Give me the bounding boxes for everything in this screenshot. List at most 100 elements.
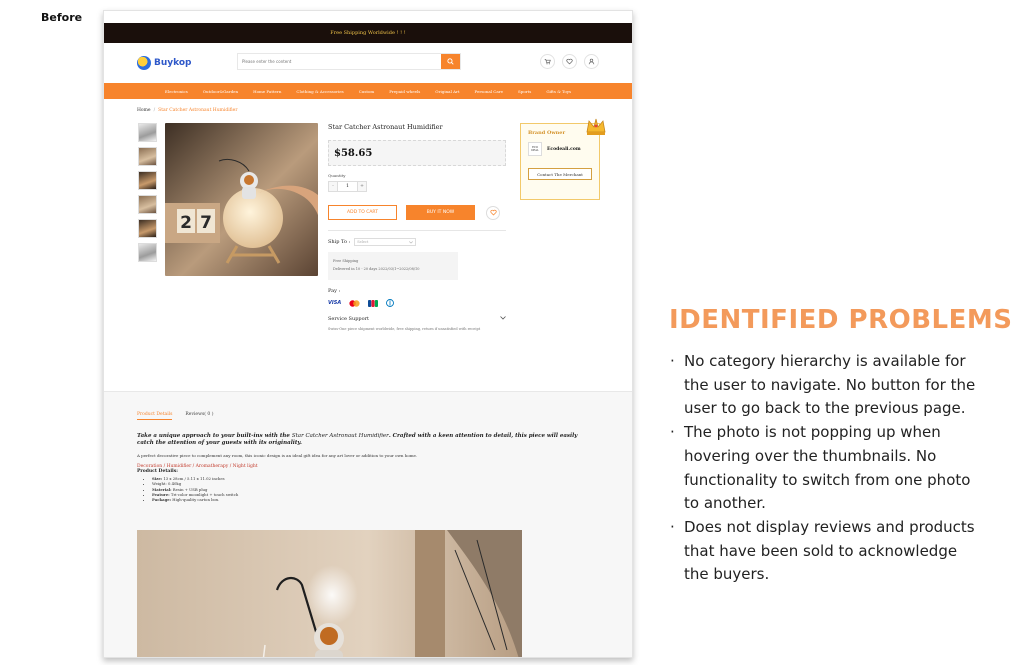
logo-text: Buykop — [154, 58, 192, 68]
crown-icon — [586, 118, 606, 135]
breadcrumb: Home / Star Catcher Astronaut Humidifier — [104, 99, 632, 113]
nav-item-sports[interactable]: Sports — [518, 89, 531, 94]
brand-owner-card: Brand Owner ECO DEAL Ecodeali.com Contac… — [520, 118, 606, 200]
description-lead-a: Take a unique approach to your built-ins… — [137, 433, 292, 439]
merchant-name[interactable]: Ecodeali.com — [547, 147, 581, 152]
description-paragraph: A perfect decorative piece to complement… — [137, 453, 418, 458]
product-description: Take a unique approach to your built-ins… — [104, 420, 632, 502]
merchant-logo: ECO DEAL — [528, 142, 542, 156]
product-title: Star Catcher Astronaut Humidifier — [328, 123, 443, 131]
quantity-label: Quantity — [328, 173, 346, 178]
favorite-button[interactable] — [486, 205, 500, 220]
nav-item-clothing[interactable]: Clothing & Accessories — [296, 89, 343, 94]
category-nav: Electronics Outdoor&Garden Home Pattern … — [104, 83, 632, 99]
search-icon — [447, 58, 454, 65]
search-bar — [237, 53, 461, 70]
product-price: $58.65 — [334, 147, 373, 159]
spec-list: Size: 13 x 28cm / 5.11 x 11.02 inches We… — [137, 476, 594, 502]
service-support-toggle[interactable]: Service Support — [328, 316, 506, 322]
spec-item: Package: High-quality carton box. — [152, 497, 594, 502]
ship-to-value: Select — [357, 240, 369, 244]
buy-now-button[interactable]: BUY IT NOW — [406, 205, 475, 220]
spec-value: 13 x 28cm / 5.11 x 11.02 inches — [162, 476, 225, 481]
breadcrumb-separator: / — [153, 108, 156, 113]
thumbnail[interactable] — [138, 171, 157, 190]
ship-to-select[interactable]: Select — [354, 238, 417, 246]
add-to-cart-button[interactable]: ADD TO CART — [328, 205, 397, 220]
quantity-stepper: - 1 + — [328, 181, 506, 192]
ship-to-row: Ship To : Select — [328, 238, 506, 246]
description-lead: Take a unique approach to your built-ins… — [137, 433, 594, 447]
problem-item: No category hierarchy is available for t… — [669, 350, 979, 421]
problem-item: The photo is not popping up when hoverin… — [669, 421, 979, 516]
product-page-screenshot: Free Shipping Worldwide ! ! ! Buykop Ele… — [103, 10, 633, 658]
problems-heading: IDENTIFIED PROBLEMS — [669, 305, 1013, 335]
problems-list: No category hierarchy is available for t… — [669, 350, 979, 587]
site-header: Buykop — [104, 43, 632, 83]
quantity-increment-button[interactable]: + — [357, 181, 367, 192]
quantity-input[interactable]: 1 — [338, 181, 357, 192]
main-product-photo: 2 7 — [165, 123, 318, 276]
shipping-banner: Free Shipping Worldwide ! ! ! — [104, 23, 632, 43]
spec-value: Tri-color moonlight + touch switch — [169, 491, 239, 497]
spec-value: High-quality carton box. — [171, 497, 220, 503]
brand-owner-title: Brand Owner — [528, 130, 566, 136]
diners-club-icon — [386, 299, 395, 307]
nav-item-outdoor-garden[interactable]: Outdoor&Garden — [203, 89, 238, 94]
cart-icon — [544, 59, 551, 65]
heart-icon — [566, 58, 573, 65]
shipping-info-box: Free Shipping Delivered in 10 - 20 days … — [328, 252, 458, 280]
site-logo[interactable]: Buykop — [137, 56, 192, 70]
quantity-decrement-button[interactable]: - — [328, 181, 338, 192]
spec-key: Material: — [152, 486, 172, 492]
thumbnail-strip — [138, 123, 157, 262]
nav-item-original-art[interactable]: Original Art — [435, 89, 459, 94]
before-label: Before — [41, 11, 83, 24]
service-support-label: Service Support — [328, 316, 370, 322]
price-box: $58.65 — [328, 140, 506, 166]
tab-product-details[interactable]: Product Details — [137, 412, 173, 420]
svg-text:2: 2 — [180, 213, 192, 233]
shipping-title: Free Shipping — [333, 259, 359, 263]
header-actions — [540, 54, 599, 69]
purchase-actions: ADD TO CART BUY IT NOW — [328, 205, 506, 220]
heart-icon — [489, 209, 497, 216]
search-input[interactable] — [238, 54, 441, 69]
merchant-row: ECO DEAL Ecodeali.com — [528, 142, 592, 156]
cart-button[interactable] — [540, 54, 555, 69]
thumbnail[interactable] — [138, 219, 157, 238]
nav-item-prepaid-wheels[interactable]: Prepaid wheels — [389, 89, 420, 94]
service-support-description: Swiss-One piece shipment worldwide, free… — [328, 327, 481, 331]
logo-icon — [137, 56, 151, 70]
account-button[interactable] — [584, 54, 599, 69]
product-details-section: Product Details Reviews( 0 ) Take a uniq… — [104, 391, 632, 657]
payment-methods: VISA — [328, 299, 506, 307]
thumbnail[interactable] — [138, 123, 157, 142]
problem-item: Does not display reviews and products th… — [669, 516, 979, 587]
spec-key: Feature: — [152, 491, 170, 497]
contact-merchant-button[interactable]: Contact The Merchant — [528, 168, 592, 180]
breadcrumb-current: Star Catcher Astronaut Humidifier — [158, 108, 238, 113]
thumbnail[interactable] — [138, 243, 157, 262]
nav-item-gifts-toys[interactable]: Gifts & Toys — [546, 89, 571, 94]
spec-value: Resin + USB plug — [171, 486, 208, 492]
thumbnail[interactable] — [138, 195, 157, 214]
breadcrumb-home[interactable]: Home — [137, 108, 151, 113]
svg-text:7: 7 — [200, 213, 212, 233]
spec-value: Weight: 0.40kg — [152, 481, 182, 487]
wishlist-button[interactable] — [562, 54, 577, 69]
thumbnail[interactable] — [138, 147, 157, 166]
nav-item-electronics[interactable]: Electronics — [165, 89, 188, 94]
search-button[interactable] — [441, 54, 460, 69]
user-icon — [588, 58, 595, 65]
shipping-detail: Delivered in 10 - 20 days 2022/03/1~2022… — [333, 267, 420, 271]
nav-item-personal-care[interactable]: Personal Care — [475, 89, 504, 94]
description-lead-product: Star Catcher Astronaut Humidifier — [291, 433, 389, 439]
nav-item-home-pattern[interactable]: Home Pattern — [253, 89, 281, 94]
tab-reviews[interactable]: Reviews( 0 ) — [185, 412, 213, 420]
chevron-down-icon — [500, 316, 506, 320]
product-info: Star Catcher Astronaut Humidifier $58.65… — [328, 123, 506, 331]
details-heading: Product Details: — [137, 469, 178, 474]
mastercard-icon — [349, 299, 360, 307]
nav-item-custom[interactable]: Custom — [359, 89, 375, 94]
